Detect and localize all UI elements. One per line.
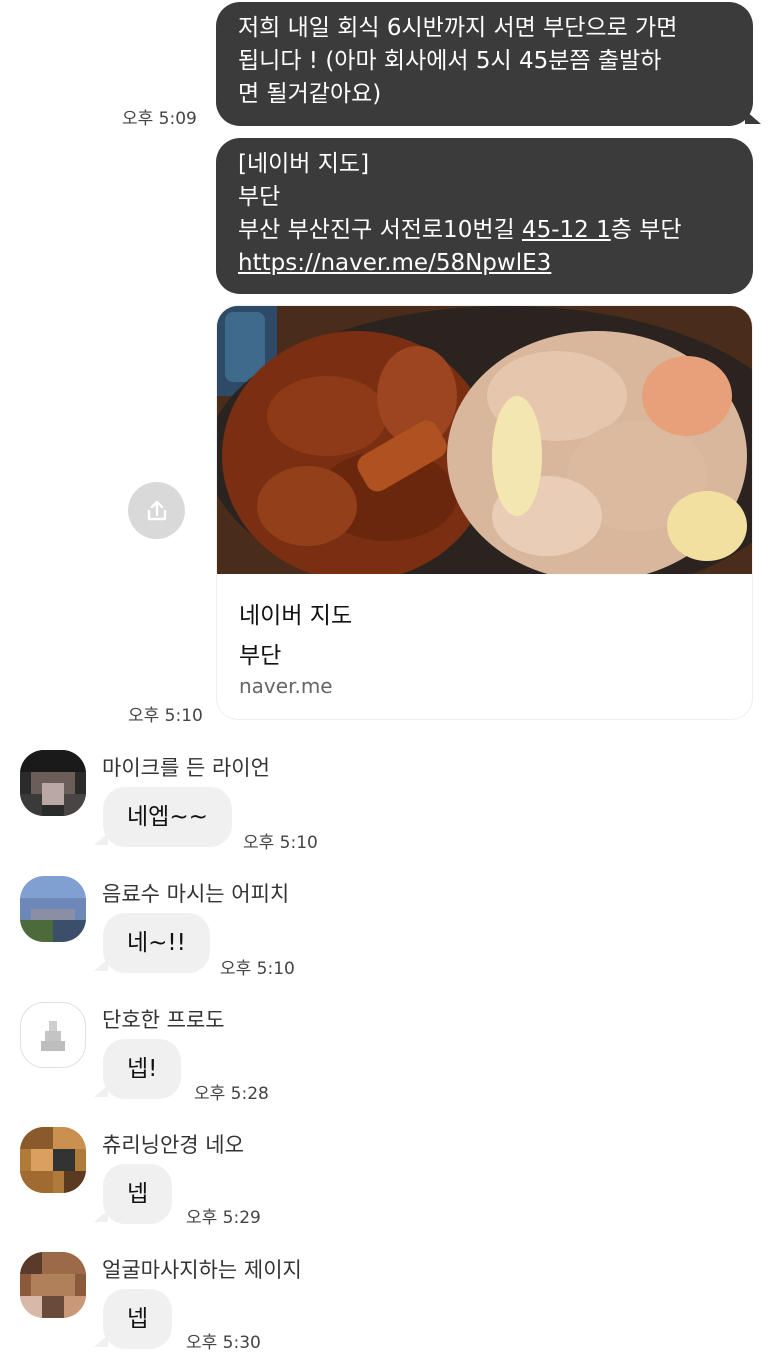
message-time: 오후 5:28 (194, 1084, 269, 1104)
incoming-message-bubble[interactable]: 네~!! (103, 913, 210, 973)
message-time: 오후 5:10 (243, 833, 318, 853)
sender-name: 얼굴마사지하는 제이지 (102, 1258, 302, 1282)
bubble-tail (94, 1210, 108, 1222)
message-text-line: [네이버 지도] (238, 151, 370, 177)
avatar-image (20, 876, 86, 942)
share-button[interactable] (128, 482, 185, 539)
address-number-link[interactable]: 45-12 1 (522, 217, 611, 243)
share-icon (147, 500, 166, 520)
message-time: 오후 5:09 (122, 109, 197, 129)
link-preview-image (217, 306, 752, 574)
bubble-tail (94, 833, 108, 845)
message-text-line: 부단 (238, 184, 281, 210)
sender-name: 단호한 프로도 (102, 1008, 225, 1032)
bubble-tail (94, 1335, 108, 1347)
sender-name: 마이크를 든 라이언 (102, 756, 270, 780)
message-text-line: 저희 내일 회식 6시반까지 서면 부단으로 가면 (238, 15, 678, 41)
default-profile-icon (41, 1021, 65, 1051)
bubble-tail (94, 959, 108, 971)
avatar[interactable] (20, 750, 86, 816)
sender-name: 츄리닝안경 네오 (102, 1133, 244, 1157)
link-preview-card[interactable]: 네이버 지도 부단 naver.me (216, 305, 753, 720)
outgoing-message-bubble[interactable]: 저희 내일 회식 6시반까지 서면 부단으로 가면 됩니다 ! (아마 회사에서… (216, 2, 753, 126)
bubble-tail (745, 110, 761, 124)
avatar[interactable] (20, 1252, 86, 1318)
message-time: 오후 5:29 (186, 1208, 261, 1228)
message-time: 오후 5:10 (220, 959, 295, 979)
avatar[interactable] (20, 876, 86, 942)
avatar[interactable] (20, 1127, 86, 1193)
avatar[interactable] (20, 1002, 86, 1068)
message-text-line: 됩니다 ! (아마 회사에서 5시 45분쯤 출발하 (238, 48, 662, 74)
incoming-message-bubble[interactable]: 네엡~~ (103, 787, 232, 847)
message-time: 오후 5:10 (128, 706, 203, 726)
incoming-message-bubble[interactable]: 넵 (103, 1164, 173, 1224)
address-suffix: 층 부단 (610, 217, 682, 243)
message-time: 오후 5:30 (186, 1333, 261, 1353)
incoming-message-bubble[interactable]: 넵 (103, 1289, 173, 1349)
sender-name: 음료수 마시는 어피치 (102, 882, 290, 906)
avatar-image (20, 1252, 86, 1318)
link-preview-host: naver.me (239, 674, 333, 698)
address-line: 부산 부산진구 서전로10번길 45-12 1층 부단 (238, 214, 731, 247)
address-text: 부산 부산진구 서전로10번길 (238, 217, 522, 243)
naver-map-url-link[interactable]: https://naver.me/58NpwlE3 (238, 247, 731, 280)
avatar-image (20, 750, 86, 816)
outgoing-message-bubble[interactable]: [네이버 지도] 부단 부산 부산진구 서전로10번길 45-12 1층 부단 … (216, 138, 753, 294)
bubble-tail (94, 1085, 108, 1097)
avatar-image (20, 1127, 86, 1193)
link-preview-title: 네이버 지도 (239, 603, 353, 629)
link-preview-subtitle: 부단 (239, 643, 282, 669)
incoming-message-bubble[interactable]: 넵! (103, 1039, 182, 1099)
message-text-line: 면 될거같아요) (238, 81, 382, 107)
